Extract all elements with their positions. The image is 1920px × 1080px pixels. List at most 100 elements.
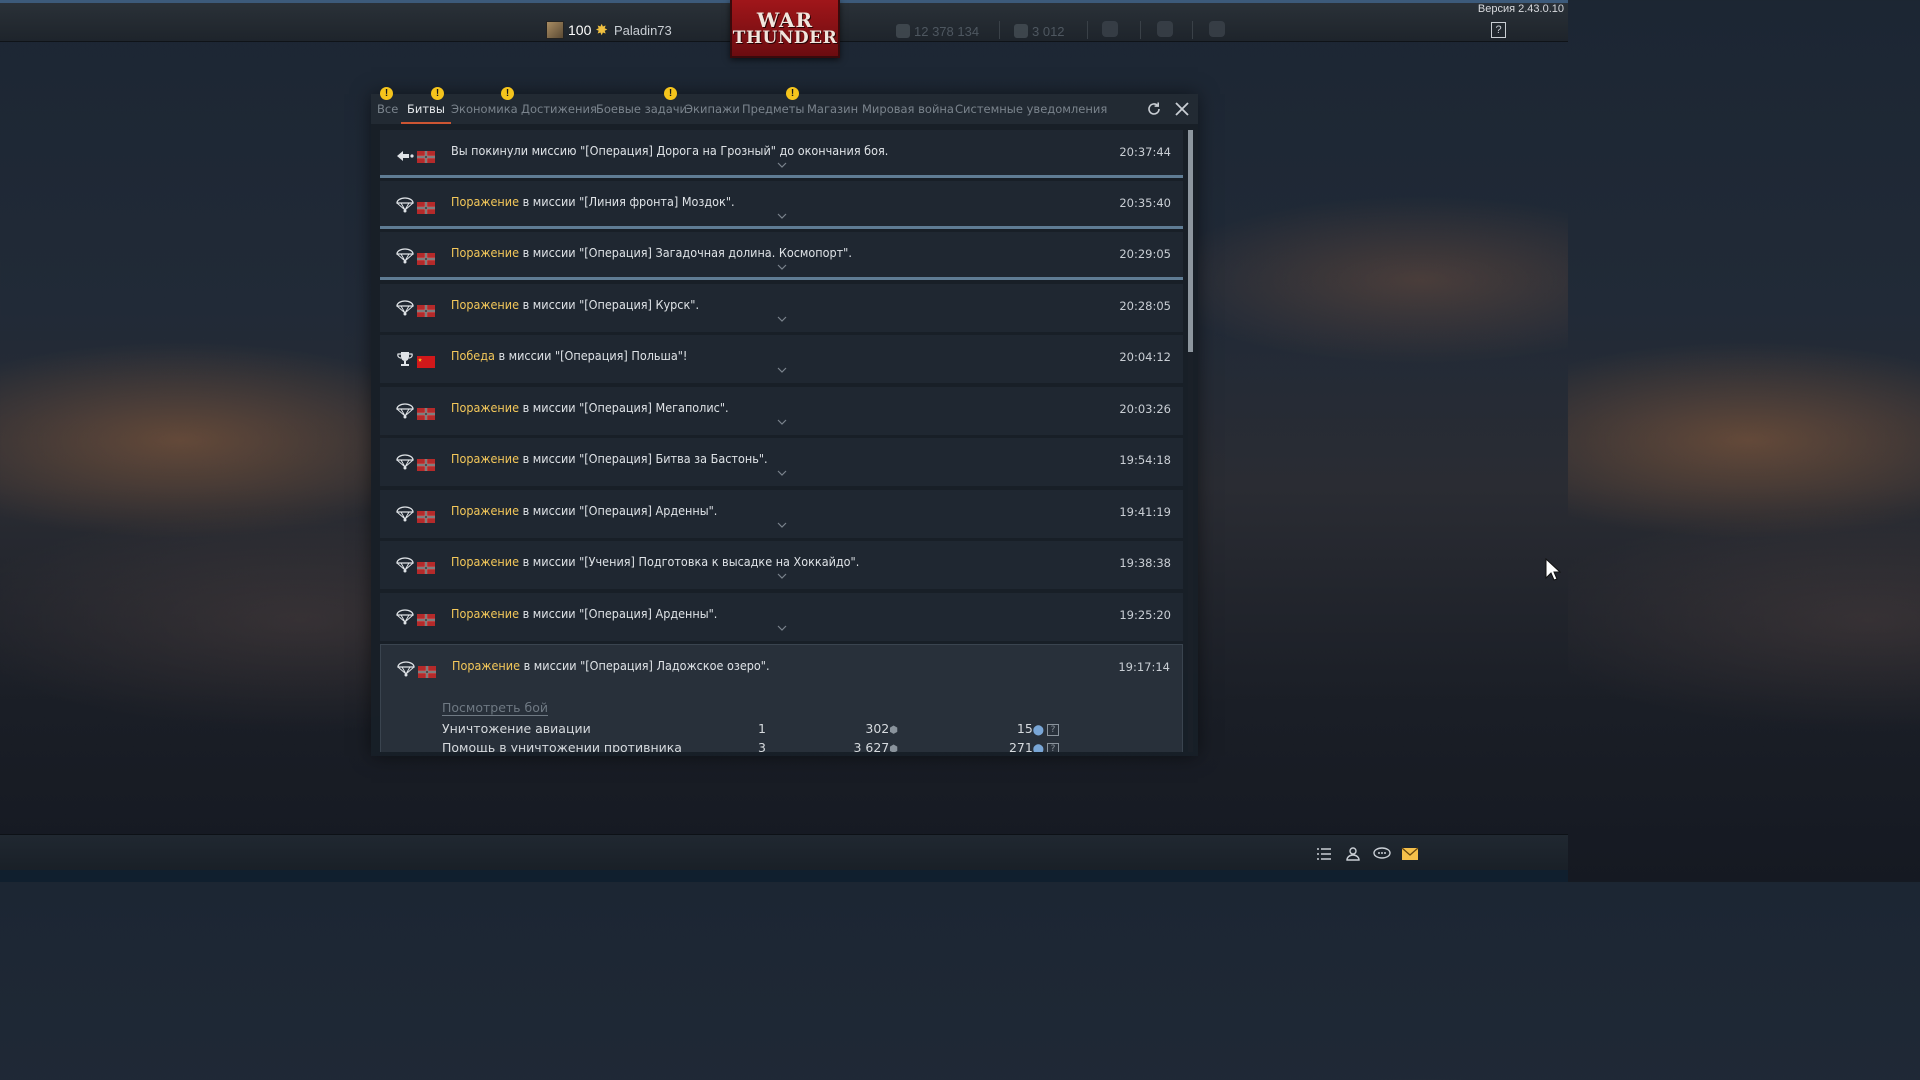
germany-flag-icon [417, 408, 435, 420]
chevron-down-icon[interactable] [777, 625, 787, 631]
parachute-icon [396, 506, 414, 522]
mail-icon[interactable] [1400, 845, 1420, 863]
stat-row: Помощь в уничтожении противника 3 3 627⬢… [442, 740, 1102, 752]
tab-all[interactable]: Все ! [377, 87, 398, 124]
version-label: Версия 2.43.0.10 [1477, 3, 1564, 15]
germany-flag-icon [417, 562, 435, 574]
message-row[interactable]: Поражение в миссии "[Операция] Загадочна… [380, 232, 1183, 280]
chevron-down-icon[interactable] [777, 264, 787, 270]
germany-flag-icon [417, 202, 435, 214]
message-text: Поражение в миссии "[Линия фронта] Моздо… [451, 194, 735, 209]
message-text: Поражение в миссии "[Операция] Битва за … [451, 451, 768, 466]
message-time: 20:28:05 [1119, 299, 1171, 313]
pin-icon[interactable] [1102, 21, 1118, 37]
parachute-icon [396, 557, 414, 573]
message-text: Победа в миссии "[Операция] Польша"! [451, 348, 688, 363]
tab-crews[interactable]: Экипажи [685, 94, 740, 124]
message-time: 20:03:26 [1119, 402, 1171, 416]
silver-lion-icon: ⬢ [889, 725, 898, 736]
parachute-icon [396, 248, 414, 264]
message-time: 19:41:19 [1119, 505, 1171, 519]
exit-icon [397, 151, 414, 161]
message-time: 20:29:05 [1119, 247, 1171, 261]
chevron-down-icon[interactable] [777, 470, 787, 476]
message-row[interactable]: Поражение в миссии "[Линия фронта] Моздо… [380, 181, 1183, 229]
message-row[interactable]: Поражение в миссии "[Операция] Арденны".… [380, 593, 1183, 641]
scroll-thumb[interactable] [1188, 130, 1193, 352]
trophy-icon [397, 352, 413, 366]
tab-battle-tasks[interactable]: Боевые задачи ! [596, 87, 687, 124]
germany-flag-icon [417, 151, 435, 163]
parachute-icon [397, 661, 415, 677]
player-info[interactable]: 100 ✸ Paladin73 [546, 19, 672, 41]
message-row[interactable]: Победа в миссии "[Операция] Польша"! 20:… [380, 335, 1183, 383]
avatar[interactable] [546, 21, 564, 39]
parachute-icon [396, 454, 414, 470]
lion-icon [896, 24, 910, 38]
chevron-down-icon[interactable] [777, 213, 787, 219]
list-icon[interactable] [1314, 845, 1334, 863]
message-text: Поражение в миссии "[Учения] Подготовка … [451, 554, 860, 569]
scrollbar[interactable] [1188, 130, 1193, 752]
crown-icon[interactable] [1157, 21, 1173, 37]
message-time: 19:54:18 [1119, 453, 1171, 467]
view-battle-link[interactable]: Посмотреть бой [442, 701, 549, 716]
germany-flag-icon [417, 511, 435, 523]
close-button[interactable] [1173, 100, 1191, 118]
tab-world-war[interactable]: Мировая война [862, 94, 954, 124]
tab-achievements[interactable]: Достижения [521, 94, 597, 124]
chat-icon[interactable] [1372, 845, 1392, 863]
chevron-down-icon[interactable] [777, 573, 787, 579]
help-icon[interactable]: ? [1047, 724, 1059, 736]
chevron-down-icon[interactable] [777, 522, 787, 528]
germany-flag-icon [418, 666, 436, 678]
divider [1087, 21, 1088, 39]
mouse-cursor-icon [1545, 558, 1561, 581]
message-row[interactable]: Поражение в миссии "[Операция] Битва за … [380, 438, 1183, 486]
chevron-down-icon[interactable] [777, 419, 787, 425]
chevron-down-icon[interactable] [777, 316, 787, 322]
silver-lion-icon: ⬢ [889, 744, 898, 752]
message-row[interactable]: Поражение в миссии "[Операция] Ладожское… [380, 644, 1183, 752]
refresh-button[interactable] [1145, 100, 1163, 118]
message-text: Поражение в миссии "[Операция] Арденны". [451, 503, 718, 518]
chevron-down-icon[interactable] [777, 367, 787, 373]
message-time: 20:35:40 [1119, 196, 1171, 210]
silver-lions-balance[interactable]: 12 378 134 [896, 19, 979, 43]
chevron-down-icon[interactable] [777, 162, 787, 168]
research-point-icon: ⬤ [1032, 725, 1044, 736]
parachute-icon [396, 403, 414, 419]
divider [1192, 21, 1193, 39]
help-icon[interactable]: ? [1047, 743, 1059, 752]
game-logo[interactable]: WAR THUNDER [730, 0, 840, 58]
message-text: Поражение в миссии "[Операция] Загадочна… [451, 245, 852, 260]
message-text: Поражение в миссии "[Операция] Ладожское… [452, 658, 770, 673]
message-time: 19:38:38 [1119, 556, 1171, 570]
player-level: 100 [568, 22, 592, 38]
message-row[interactable]: Поражение в миссии "[Операция] Мегаполис… [380, 387, 1183, 435]
germany-flag-icon [417, 459, 435, 471]
divider [999, 21, 1000, 39]
message-row[interactable]: Поражение в миссии "[Операция] Курск". 2… [380, 284, 1183, 332]
message-row[interactable]: Вы покинули миссию "[Операция] Дорога на… [380, 130, 1183, 178]
research-balance[interactable]: 3 012 [1014, 19, 1065, 43]
star-icon: ✸ [595, 22, 608, 39]
message-text: Вы покинули миссию "[Операция] Дорога на… [451, 143, 889, 158]
message-time: 19:17:14 [1118, 660, 1170, 674]
germany-flag-icon [417, 614, 435, 626]
refresh-icon [1148, 102, 1160, 115]
bottom-bar [0, 834, 1568, 882]
squad-icon[interactable] [1343, 845, 1363, 863]
message-row[interactable]: Поражение в миссии "[Операция] Арденны".… [380, 490, 1183, 538]
divider [1140, 21, 1141, 39]
tab-items[interactable]: Предметы ! [742, 87, 805, 124]
message-list[interactable]: Вы покинули миссию "[Операция] Дорога на… [380, 130, 1183, 752]
help-button[interactable]: ? [1491, 22, 1506, 38]
ticket-icon[interactable] [1209, 21, 1225, 37]
tab-battles[interactable]: Битвы ! [401, 87, 451, 124]
message-row[interactable]: Поражение в миссии "[Учения] Подготовка … [380, 541, 1183, 589]
message-time: 19:25:20 [1119, 608, 1171, 622]
tab-economy[interactable]: Экономика ! [451, 87, 518, 124]
tab-system-notifications[interactable]: Системные уведомления [955, 94, 1107, 124]
tab-shop[interactable]: Магазин [807, 94, 858, 124]
